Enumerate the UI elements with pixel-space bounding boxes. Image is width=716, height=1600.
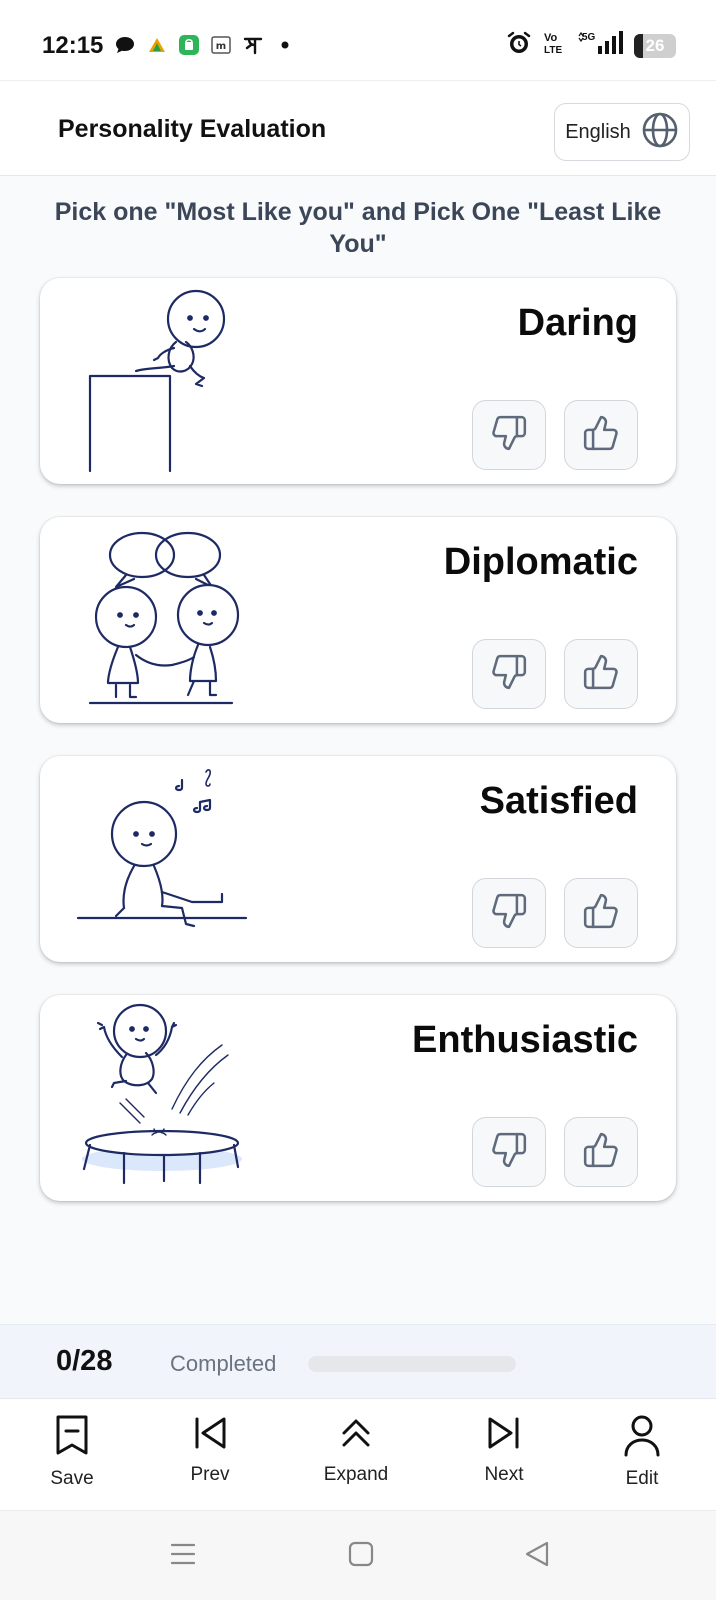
progress-count: 0/28 [56,1345,113,1377]
trait-word: Satisfied [479,780,638,822]
notification-icons: m [114,34,296,56]
5g-signal-icon: 5G [578,30,624,61]
thumbs-down-icon [490,1131,528,1174]
thumbs-down-icon [490,892,528,935]
least-like-button[interactable] [472,1117,546,1187]
triangle-app-icon [146,34,168,56]
menu-icon [169,1542,197,1571]
bookmark-icon [52,1413,92,1462]
trait-word: Daring [517,302,638,344]
daring-illustration [76,286,276,476]
alarm-icon [506,30,532,61]
prev-button[interactable]: Prev [160,1413,260,1486]
most-like-button[interactable] [564,400,638,470]
most-like-button[interactable] [564,639,638,709]
home-nav-button[interactable] [344,1539,378,1573]
expand-label: Expand [323,1464,389,1485]
phonepe-icon [242,34,264,56]
chevrons-up-icon [338,1413,374,1458]
status-time: 12:15 [42,32,104,59]
volte-icon: Vo LTE [542,30,568,61]
edit-button[interactable]: Edit [592,1413,692,1490]
next-button[interactable]: Next [454,1413,554,1486]
back-nav-button[interactable] [520,1539,554,1573]
diplomatic-illustration [76,525,276,715]
chat-bubble-icon [114,34,136,56]
prev-label: Prev [190,1464,230,1485]
save-label: Save [50,1468,94,1489]
trait-card-enthusiastic: Enthusiastic [40,995,676,1201]
user-icon [622,1413,662,1462]
svg-text:m: m [216,41,226,52]
progress-label: Completed [170,1351,277,1376]
system-nav-bar [0,1510,716,1600]
thumbs-down-icon [490,653,528,696]
trait-word: Enthusiastic [412,1019,638,1061]
svg-text:LTE: LTE [544,45,562,56]
instruction-text: Pick one "Most Like you" and Pick One "L… [54,198,662,258]
thumbs-up-icon [582,653,620,696]
least-like-button[interactable] [472,639,546,709]
back-triangle-icon [523,1540,551,1573]
edit-label: Edit [625,1468,659,1489]
thumbs-up-icon [582,1131,620,1174]
trait-card-diplomatic: Diplomatic [40,517,676,723]
trait-card-daring: Daring [40,278,676,484]
least-like-button[interactable] [472,878,546,948]
thumbs-down-icon [490,414,528,457]
home-square-icon [348,1541,374,1572]
next-label: Next [484,1464,524,1485]
svg-text:Vo: Vo [544,32,558,44]
enthusiastic-illustration [76,1003,276,1193]
save-button[interactable]: Save [22,1413,122,1490]
thumbs-up-icon [582,414,620,457]
skip-forward-icon [484,1413,524,1458]
skip-back-icon [190,1413,230,1458]
globe-icon [641,111,679,154]
status-bar: 12:15 m Vo LTE 5G 26 [0,0,716,80]
battery-icon: 26 [634,33,676,58]
most-like-button[interactable] [564,878,638,948]
m-app-icon: m [210,34,232,56]
trait-card-satisfied: Satisfied [40,756,676,962]
dot-icon [274,34,296,56]
progress-track [308,1356,516,1372]
language-button[interactable]: English [554,103,690,161]
trait-word: Diplomatic [443,541,638,583]
bottom-nav: Save Prev Expand Next Edit [0,1398,716,1510]
most-like-button[interactable] [564,1117,638,1187]
menu-nav-button[interactable] [166,1539,200,1573]
store-app-icon [178,34,200,56]
svg-text:5G: 5G [582,32,596,43]
system-status-icons: Vo LTE 5G 26 [506,30,676,61]
satisfied-illustration [76,764,276,954]
progress-bar-section: 0/28 Completed [0,1324,716,1398]
least-like-button[interactable] [472,400,546,470]
expand-button[interactable]: Expand [306,1413,406,1486]
thumbs-up-icon [582,892,620,935]
language-label: English [565,120,631,143]
app-header: Personality Evaluation English [0,80,716,176]
page-title: Personality Evaluation [58,115,327,143]
